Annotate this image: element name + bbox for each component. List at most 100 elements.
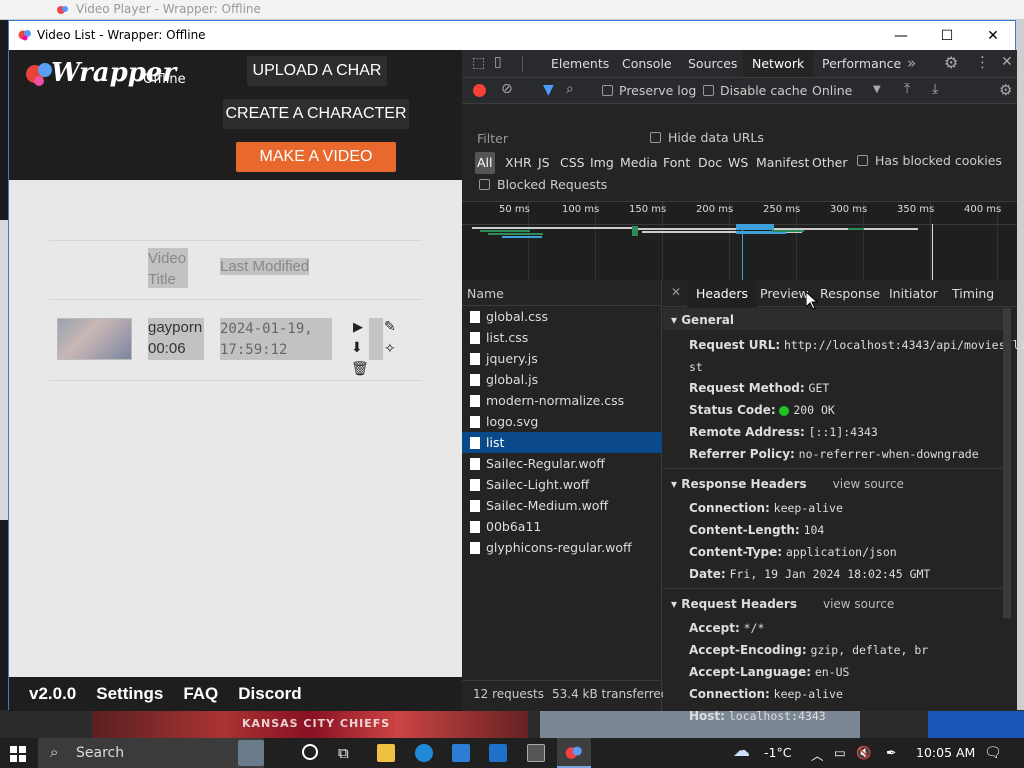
chevron-down-icon[interactable]: ▼: [873, 84, 881, 95]
request-headers-toggle[interactable]: ▾ Request Headers view source: [671, 597, 894, 611]
more-tabs-icon[interactable]: »: [907, 54, 916, 72]
create-character-button[interactable]: CREATE A CHARACTER: [223, 99, 409, 129]
network-icon[interactable]: ▭: [834, 745, 846, 760]
download-icon[interactable]: ⬇: [351, 340, 363, 356]
inspect-element-icon[interactable]: ⬚: [472, 55, 485, 71]
general-section-toggle[interactable]: ▾ General: [671, 313, 734, 327]
windows-start-icon[interactable]: [10, 746, 26, 762]
has-blocked-cookies-checkbox[interactable]: [857, 155, 868, 166]
filter-input[interactable]: Filter: [477, 131, 508, 146]
request-row[interactable]: list: [462, 432, 662, 453]
magic-wand-icon[interactable]: ✧: [384, 341, 396, 357]
filter-type-all[interactable]: All: [477, 155, 493, 170]
throttle-select[interactable]: Online: [812, 83, 852, 98]
pen-icon[interactable]: ✒: [886, 745, 896, 760]
clock[interactable]: 10:05 AM: [916, 745, 975, 760]
network-timeline-overview[interactable]: 50 ms 100 ms 150 ms 200 ms 250 ms 300 ms…: [462, 202, 1017, 280]
cortana-icon[interactable]: [302, 744, 318, 760]
edge-icon[interactable]: [415, 744, 433, 762]
maximize-button[interactable]: ☐: [924, 21, 970, 50]
tab-timing[interactable]: Timing: [952, 280, 994, 307]
filter-icon[interactable]: ▼: [543, 82, 554, 98]
filter-type-doc[interactable]: Doc: [698, 155, 722, 170]
notifications-icon[interactable]: 🗨: [984, 745, 1002, 761]
hide-data-urls-checkbox[interactable]: [650, 132, 661, 143]
blocked-requests-checkbox[interactable]: [479, 179, 490, 190]
request-row[interactable]: 00b6a11: [462, 516, 662, 537]
request-row[interactable]: global.js: [462, 369, 662, 390]
file-explorer-icon[interactable]: [377, 744, 395, 762]
chevron-up-icon[interactable]: ︿: [811, 745, 824, 764]
preserve-log-checkbox[interactable]: [602, 85, 613, 96]
request-row[interactable]: logo.svg: [462, 411, 662, 432]
discord-link[interactable]: Discord: [238, 684, 301, 704]
play-icon[interactable]: ▶: [353, 320, 363, 335]
name-column-header[interactable]: Name: [467, 286, 504, 301]
request-row[interactable]: Sailec-Regular.woff: [462, 453, 662, 474]
filter-type-media[interactable]: Media: [620, 155, 658, 170]
store-icon[interactable]: [452, 744, 470, 762]
tab-network[interactable]: Network: [743, 50, 814, 77]
filter-type-manifest[interactable]: Manifest: [756, 155, 809, 170]
record-icon[interactable]: [473, 84, 486, 97]
search-icon[interactable]: ⌕: [566, 81, 574, 97]
tab-console[interactable]: Console: [613, 50, 681, 77]
edit-pencil-icon[interactable]: ✎: [384, 319, 396, 335]
background-window-titlebar[interactable]: Video Player - Wrapper: Offline: [0, 0, 1024, 20]
settings-link[interactable]: Settings: [96, 684, 163, 704]
trash-icon[interactable]: 🗑: [351, 361, 369, 377]
response-view-source-link[interactable]: view source: [833, 477, 904, 491]
tab-sources[interactable]: Sources: [679, 50, 746, 77]
version-link[interactable]: v2.0.0: [29, 684, 76, 704]
request-row[interactable]: list.css: [462, 327, 662, 348]
request-row[interactable]: modern-normalize.css: [462, 390, 662, 411]
tab-headers[interactable]: Headers: [687, 280, 758, 307]
upload-char-button[interactable]: UPLOAD A CHAR: [247, 56, 387, 86]
settings-gear-icon[interactable]: ⚙: [944, 53, 958, 72]
filter-type-xhr[interactable]: XHR: [505, 155, 532, 170]
mail-icon[interactable]: [489, 744, 507, 762]
filter-type-other[interactable]: Other: [812, 155, 848, 170]
tab-performance[interactable]: Performance: [813, 50, 910, 77]
make-video-button[interactable]: MAKE A VIDEO: [236, 142, 396, 172]
tab-initiator[interactable]: Initiator: [889, 280, 938, 307]
request-row[interactable]: global.css: [462, 306, 662, 327]
window-titlebar[interactable]: Video List - Wrapper: Offline — ☐ ✕: [9, 21, 1015, 50]
filter-type-js[interactable]: JS: [538, 155, 550, 170]
close-detail-icon[interactable]: ✕: [671, 285, 681, 299]
wrapper-logo[interactable]: Wrapper Offline: [25, 58, 195, 92]
request-row[interactable]: Sailec-Medium.woff: [462, 495, 662, 516]
kebab-menu-icon[interactable]: ⋮: [975, 53, 990, 71]
import-har-icon[interactable]: ⤒: [904, 81, 910, 97]
filter-type-font[interactable]: Font: [663, 155, 690, 170]
request-row[interactable]: Sailec-Light.woff: [462, 474, 662, 495]
clear-icon[interactable]: ⊘: [501, 81, 513, 97]
tab-response[interactable]: Response: [820, 280, 880, 307]
temperature[interactable]: -1°C: [764, 745, 791, 760]
taskbar-search-box[interactable]: ⌕ Search: [38, 738, 264, 768]
close-devtools-icon[interactable]: ✕: [1001, 54, 1013, 70]
taskbar-wrapper-app[interactable]: [557, 738, 591, 768]
video-thumbnail[interactable]: [57, 318, 132, 360]
close-button[interactable]: ✕: [970, 21, 1016, 50]
task-view-icon[interactable]: ⧉: [338, 744, 356, 762]
filter-type-ws[interactable]: WS: [728, 155, 748, 170]
weather-cloud-icon[interactable]: ☁: [733, 741, 750, 761]
tab-preview[interactable]: Preview: [760, 280, 809, 307]
volume-muted-icon[interactable]: 🔇: [856, 745, 872, 761]
device-toggle-icon[interactable]: ▯: [494, 54, 502, 70]
tab-elements[interactable]: Elements: [542, 50, 618, 77]
faq-link[interactable]: FAQ: [183, 684, 218, 704]
detail-scrollbar[interactable]: [1003, 308, 1011, 618]
filter-type-css[interactable]: CSS: [560, 155, 585, 170]
request-row[interactable]: jquery.js: [462, 348, 662, 369]
table-row[interactable]: gayporn 00:06 2024-01-19, 17:59:12 ▶ ⬇ 🗑…: [49, 300, 422, 380]
7zip-icon[interactable]: [527, 744, 545, 762]
request-row[interactable]: glyphicons-regular.woff: [462, 537, 662, 558]
network-settings-icon[interactable]: ⚙: [999, 81, 1012, 99]
response-headers-toggle[interactable]: ▾ Response Headers view source: [671, 477, 904, 491]
request-view-source-link[interactable]: view source: [823, 597, 894, 611]
export-har-icon[interactable]: ⤓: [932, 81, 938, 97]
disable-cache-checkbox[interactable]: [703, 85, 714, 96]
minimize-button[interactable]: —: [878, 21, 924, 50]
